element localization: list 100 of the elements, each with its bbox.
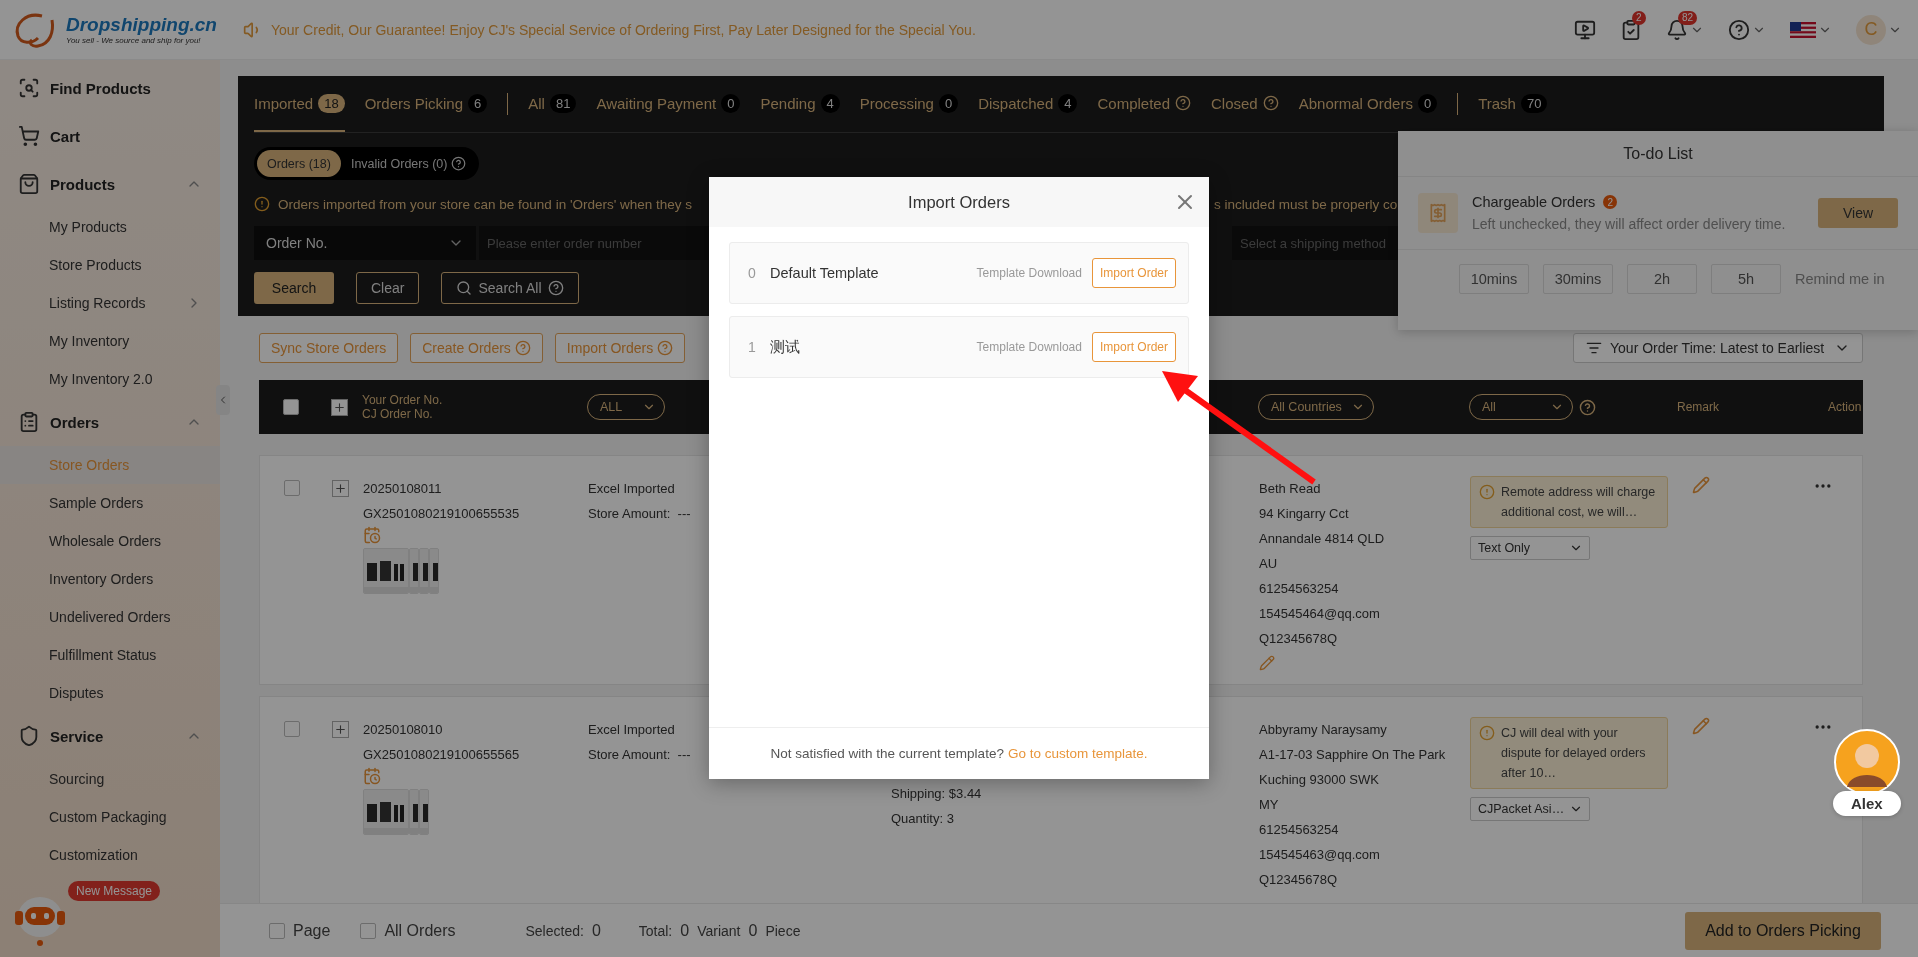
flag-icon[interactable]	[1790, 21, 1816, 38]
expand-button[interactable]	[332, 480, 349, 497]
remind-option[interactable]: 10mins	[1459, 264, 1529, 294]
order-number: 20250108011	[363, 480, 442, 498]
sidebar-item[interactable]: Disputes	[0, 674, 220, 712]
piece-count: 0	[748, 921, 758, 940]
page-checkbox[interactable]	[269, 922, 285, 939]
order-tab[interactable]: Abnormal Orders 0	[1298, 76, 1438, 132]
template-download-link[interactable]: Template Download	[976, 266, 1082, 280]
edit-icon[interactable]	[1692, 717, 1710, 735]
notification-count: 82	[1678, 10, 1698, 25]
row-checkbox[interactable]	[284, 480, 300, 496]
order-tab[interactable]: Trash 70	[1478, 76, 1548, 132]
order-tab[interactable]: Imported 18	[254, 76, 345, 132]
shipping-select[interactable]: CJPacket Asi…	[1470, 797, 1590, 821]
remind-option[interactable]: 2h	[1627, 264, 1697, 294]
sidebar-item[interactable]: Store Products	[0, 246, 220, 284]
collapse-handle[interactable]	[216, 385, 230, 415]
calendar-icon	[363, 767, 381, 785]
sidebar-item[interactable]: Cart	[0, 112, 220, 160]
cart-icon	[18, 125, 40, 147]
sidebar-item[interactable]: Custom Packaging	[0, 798, 220, 836]
order-tab[interactable]: Orders Picking 6	[364, 76, 488, 132]
import-order-button[interactable]: Import Order	[1092, 258, 1176, 288]
order-tab[interactable]: Pending 4	[760, 76, 840, 132]
tab-count: 0	[1417, 93, 1438, 113]
sub-tab[interactable]: Invalid Orders (0)	[340, 150, 477, 177]
selected-count: 0	[591, 921, 601, 940]
expand-button[interactable]	[332, 721, 349, 738]
clear-button[interactable]: Clear	[356, 272, 420, 304]
sidebar-item[interactable]: My Inventory	[0, 322, 220, 360]
variant-count: 0	[680, 921, 690, 940]
tab-count: 70	[1520, 93, 1548, 113]
help-icon[interactable]	[1728, 18, 1750, 41]
sidebar-item[interactable]: Inventory Orders	[0, 560, 220, 598]
expand-all-button[interactable]	[331, 398, 348, 416]
order-source: Excel Imported	[588, 480, 675, 498]
remind-option[interactable]: 5h	[1711, 264, 1781, 294]
shipping-select[interactable]: Text Only	[1470, 536, 1590, 560]
tab-count: 0	[721, 93, 741, 113]
template-name: Default Template	[770, 265, 879, 281]
address-line: MY	[1259, 796, 1279, 814]
remark-warning: CJ will deal with your dispute for delayed orders after 10…	[1501, 725, 1647, 782]
sort-dropdown[interactable]: Your Order Time: Latest to Earliest	[1573, 333, 1863, 363]
remind-label: Remind me in	[1795, 271, 1885, 287]
sidebar-item[interactable]: Sourcing	[0, 760, 220, 798]
row-checkbox[interactable]	[284, 721, 300, 737]
video-icon[interactable]	[1574, 18, 1596, 41]
sidebar-item[interactable]: Customization	[0, 836, 220, 874]
shield-icon	[18, 725, 40, 747]
cj-order-number: GX2501080219100655565	[363, 746, 520, 764]
address-line: 94 Kingarry Cct	[1259, 505, 1349, 523]
warning-icon	[1479, 725, 1495, 741]
tab-count: 0	[938, 93, 959, 113]
sidebar-item[interactable]: Undelivered Orders	[0, 598, 220, 636]
sidebar-item[interactable]: Sample Orders	[0, 484, 220, 522]
order-tab[interactable]: Processing 0	[859, 76, 959, 132]
column-header: Remark	[1677, 400, 1719, 414]
sidebar-item[interactable]: My Inventory 2.0	[0, 360, 220, 398]
sidebar-item[interactable]: My Products	[0, 208, 220, 246]
checkbox-label: Page	[293, 921, 331, 940]
sidebar-section[interactable]: Service	[50, 727, 176, 745]
remind-option[interactable]: 30mins	[1543, 264, 1613, 294]
add-to-picking-button[interactable]: Add to Orders Picking	[1685, 911, 1881, 950]
sidebar-section[interactable]: Products	[50, 175, 176, 193]
sub-tab[interactable]: Orders (18)	[257, 150, 341, 177]
order-tab[interactable]: Closed	[1211, 76, 1279, 132]
agent-name: Alex	[1833, 791, 1901, 816]
tab-count: 4	[820, 93, 840, 113]
order-tab[interactable]: Awaiting Payment 0	[596, 76, 741, 132]
search-all-button[interactable]: Search All	[441, 272, 579, 304]
select-all-checkbox[interactable]	[283, 399, 299, 415]
view-button[interactable]: View	[1818, 198, 1898, 228]
order-number: 20250108010	[363, 721, 443, 739]
total-label: Total:	[638, 922, 673, 939]
address-line: 61254563254	[1259, 821, 1339, 839]
sidebar-item[interactable]: Listing Records	[0, 284, 220, 322]
help-icon	[514, 340, 531, 356]
sidebar-item[interactable]: Fulfillment Status	[0, 636, 220, 674]
order-tab[interactable]: Dispatched 4	[978, 76, 1078, 132]
order-tab[interactable]: Completed	[1097, 76, 1191, 132]
edit-icon[interactable]	[1692, 476, 1710, 494]
tab-count: 6	[468, 93, 488, 113]
template-download-link[interactable]: Template Download	[976, 340, 1082, 354]
sidebar-section[interactable]: Orders	[50, 413, 176, 431]
sidebar-item[interactable]: Wholesale Orders	[0, 522, 220, 560]
edit-icon[interactable]	[1259, 655, 1275, 671]
message-badge[interactable]: New Message	[68, 881, 161, 901]
address-line: AU	[1259, 555, 1278, 573]
import-order-button[interactable]: Import Order	[1092, 332, 1176, 362]
all-orders-checkbox[interactable]	[360, 922, 377, 939]
order-tab[interactable]: All 81	[528, 76, 577, 132]
selected-label: Selected:	[525, 922, 584, 939]
template-index: 1	[748, 339, 757, 355]
announcement-text: Your Credit, Our Guarantee! Enjoy CJ's Special Service of Ordering First, Pay Later Designed for the Special You.	[270, 21, 976, 38]
field-select[interactable]: Order No.	[254, 226, 476, 260]
custom-template-link[interactable]: Go to custom template.	[1007, 746, 1148, 761]
remark-warning: Remote address will charge additional cost, we will…	[1501, 484, 1657, 521]
search-button[interactable]: Search	[254, 272, 334, 304]
sidebar-item[interactable]: Find Products	[0, 64, 220, 112]
